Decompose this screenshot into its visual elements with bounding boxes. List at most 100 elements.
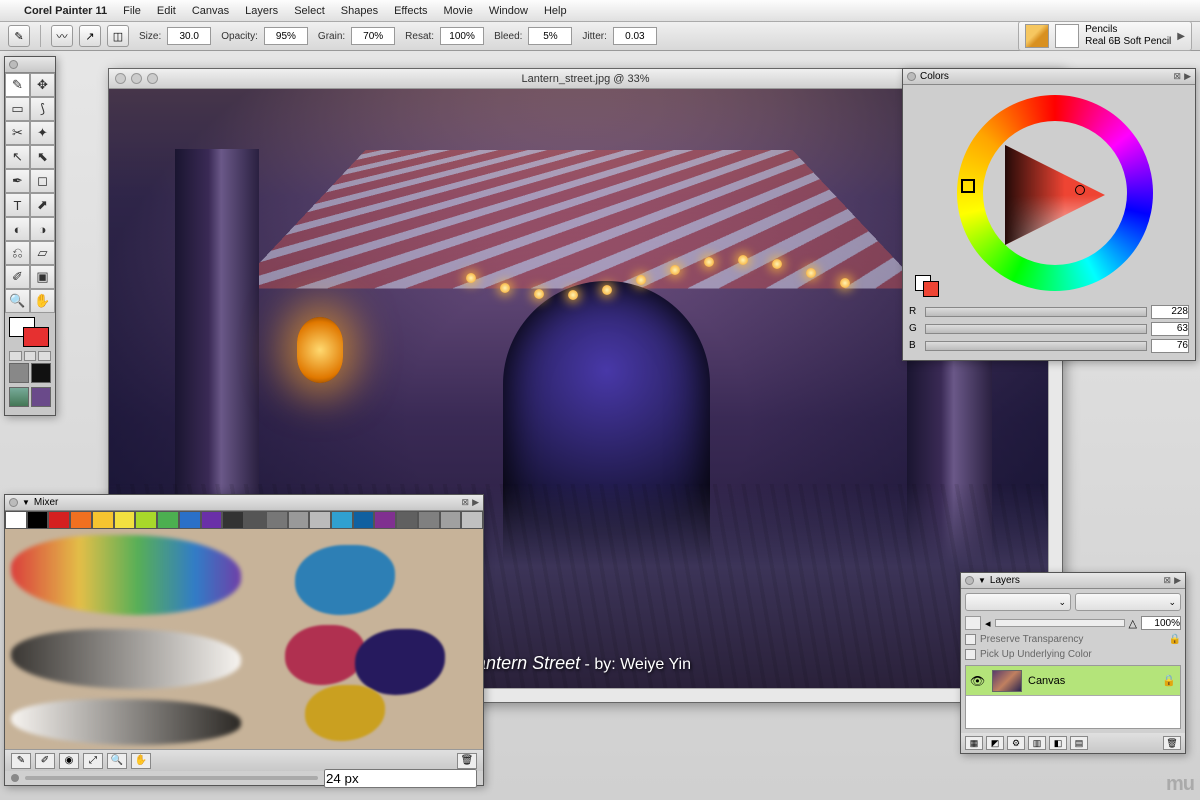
mixer-swatch[interactable] — [309, 511, 331, 529]
menu-layers[interactable]: Layers — [245, 5, 278, 17]
r-value[interactable] — [1151, 305, 1189, 319]
pattern-selector[interactable] — [9, 387, 29, 407]
close-icon[interactable] — [115, 73, 126, 84]
g-slider[interactable] — [925, 324, 1147, 334]
blend-mode-dropdown[interactable]: ⌄ — [965, 593, 1071, 611]
freehand-stroke-icon[interactable]: 〰 — [51, 25, 73, 47]
eraser-tool[interactable]: ▱ — [30, 241, 55, 265]
mixer-swatch[interactable] — [353, 511, 375, 529]
mixer-swatch[interactable] — [244, 511, 266, 529]
mixer-swatch-row[interactable] — [5, 511, 483, 529]
depth-mode-dropdown[interactable]: ⌄ — [1075, 593, 1181, 611]
mixer-swatch[interactable] — [27, 511, 49, 529]
mixer-swatch[interactable] — [331, 511, 353, 529]
mixer-swatch[interactable] — [70, 511, 92, 529]
mixer-eyedropper-icon[interactable]: ⤢ — [83, 753, 103, 769]
mixer-pad[interactable] — [5, 529, 483, 749]
menu-window[interactable]: Window — [489, 5, 528, 17]
opacity-input[interactable] — [264, 27, 308, 45]
layer-row[interactable]: 👁 Canvas 🔒 — [966, 666, 1180, 696]
eyedropper-tool[interactable]: ✐ — [5, 265, 30, 289]
mixer-swatch[interactable] — [201, 511, 223, 529]
panel-grip-icon[interactable] — [907, 72, 916, 81]
mixer-swatch[interactable] — [5, 511, 27, 529]
mixer-clear-icon[interactable]: 🗑 — [457, 753, 477, 769]
mixer-swatch[interactable] — [461, 511, 483, 529]
disclosure-icon[interactable]: ▼ — [22, 498, 30, 507]
pen-tool[interactable]: ✒ — [5, 169, 30, 193]
panel-collapse-icon[interactable]: ⊠ — [1164, 575, 1172, 586]
preserve-transparency-checkbox[interactable] — [965, 634, 976, 645]
mixer-swatch[interactable] — [222, 511, 244, 529]
g-value[interactable] — [1151, 322, 1189, 336]
panel-grip-icon[interactable] — [965, 576, 974, 585]
mixer-swatch[interactable] — [440, 511, 462, 529]
menu-file[interactable]: File — [123, 5, 141, 17]
colors-mini-swatch[interactable] — [915, 275, 939, 297]
menu-effects[interactable]: Effects — [394, 5, 427, 17]
mixer-swatch[interactable] — [179, 511, 201, 529]
layer-lock-icon[interactable]: 🔒 — [1162, 674, 1176, 687]
bucket-tool[interactable]: ▣ — [30, 265, 55, 289]
swap-colors-icon[interactable] — [9, 351, 22, 361]
select-arrow-tool[interactable]: ⬈ — [30, 193, 55, 217]
dodge-tool[interactable]: ◐ — [5, 217, 30, 241]
panel-collapse-icon[interactable]: ⊠ — [1174, 71, 1182, 82]
menu-canvas[interactable]: Canvas — [192, 5, 229, 17]
crop-tool[interactable]: ✂ — [5, 121, 30, 145]
hand-tool[interactable]: ✋ — [30, 289, 55, 313]
r-slider[interactable] — [925, 307, 1147, 317]
mixer-swatch[interactable] — [92, 511, 114, 529]
mixer-sample-icon[interactable]: ◉ — [59, 753, 79, 769]
rect-select-tool[interactable]: ▭ — [5, 97, 30, 121]
layer-opacity-slider[interactable] — [995, 619, 1125, 627]
menu-shapes[interactable]: Shapes — [341, 5, 378, 17]
mixer-swatch[interactable] — [114, 511, 136, 529]
mixer-swatch[interactable] — [48, 511, 70, 529]
weave-selector[interactable] — [31, 387, 51, 407]
clone-tool[interactable]: ⎌ — [5, 241, 30, 265]
mixer-swatch[interactable] — [396, 511, 418, 529]
mixer-swatch[interactable] — [135, 511, 157, 529]
brush-tool-icon[interactable]: ✎ — [8, 25, 30, 47]
mixer-swatch[interactable] — [266, 511, 288, 529]
gradient-selector[interactable] — [31, 363, 51, 383]
mixer-swatch[interactable] — [157, 511, 179, 529]
mixer-size-slider[interactable] — [25, 776, 318, 780]
mixer-size-input[interactable] — [324, 769, 477, 788]
mixer-pan-icon[interactable]: ✋ — [131, 753, 151, 769]
b-value[interactable] — [1151, 339, 1189, 353]
delete-layer-icon[interactable]: 🗑 — [1163, 736, 1181, 750]
layer-mask-icon[interactable]: ◩ — [986, 736, 1004, 750]
zoom-tool[interactable]: 🔍 — [5, 289, 30, 313]
menu-select[interactable]: Select — [294, 5, 325, 17]
grain-input[interactable] — [351, 27, 395, 45]
lock-icon[interactable]: 🔒 — [1169, 634, 1181, 645]
panel-menu-icon[interactable]: ▶ — [1184, 71, 1191, 82]
pointer2-tool[interactable]: ⬉ — [30, 145, 55, 169]
b-slider[interactable] — [925, 341, 1147, 351]
hue-indicator[interactable] — [961, 179, 975, 193]
pointer-tool[interactable]: ↖ — [5, 145, 30, 169]
move-tool[interactable]: ✥ — [30, 73, 55, 97]
color-wheel[interactable] — [909, 91, 1189, 299]
mixer-swatch[interactable] — [374, 511, 396, 529]
panel-menu-icon[interactable]: ▶ — [1174, 575, 1181, 586]
perspective-icon[interactable]: ◫ — [107, 25, 129, 47]
menu-movie[interactable]: Movie — [444, 5, 473, 17]
layer-more-icon[interactable]: ▤ — [1070, 736, 1088, 750]
brush-selector[interactable]: Pencils Real 6B Soft Pencil ▶ — [1018, 21, 1192, 51]
burn-tool[interactable]: ◑ — [30, 217, 55, 241]
wand-tool[interactable]: ✦ — [30, 121, 55, 145]
lasso-tool[interactable]: ⟆ — [30, 97, 55, 121]
panel-grip-icon[interactable] — [9, 60, 18, 69]
mixer-dirty-brush-icon[interactable]: ✎ — [11, 753, 31, 769]
jitter-input[interactable] — [613, 27, 657, 45]
mixer-swatch[interactable] — [288, 511, 310, 529]
new-layer-icon[interactable]: ▦ — [965, 736, 983, 750]
panel-grip-icon[interactable] — [9, 498, 18, 507]
mixer-zoom-icon[interactable]: 🔍 — [107, 753, 127, 769]
layer-opacity-input[interactable] — [1141, 616, 1181, 630]
layer-button-1[interactable] — [965, 616, 981, 630]
mixer-swatch[interactable] — [418, 511, 440, 529]
